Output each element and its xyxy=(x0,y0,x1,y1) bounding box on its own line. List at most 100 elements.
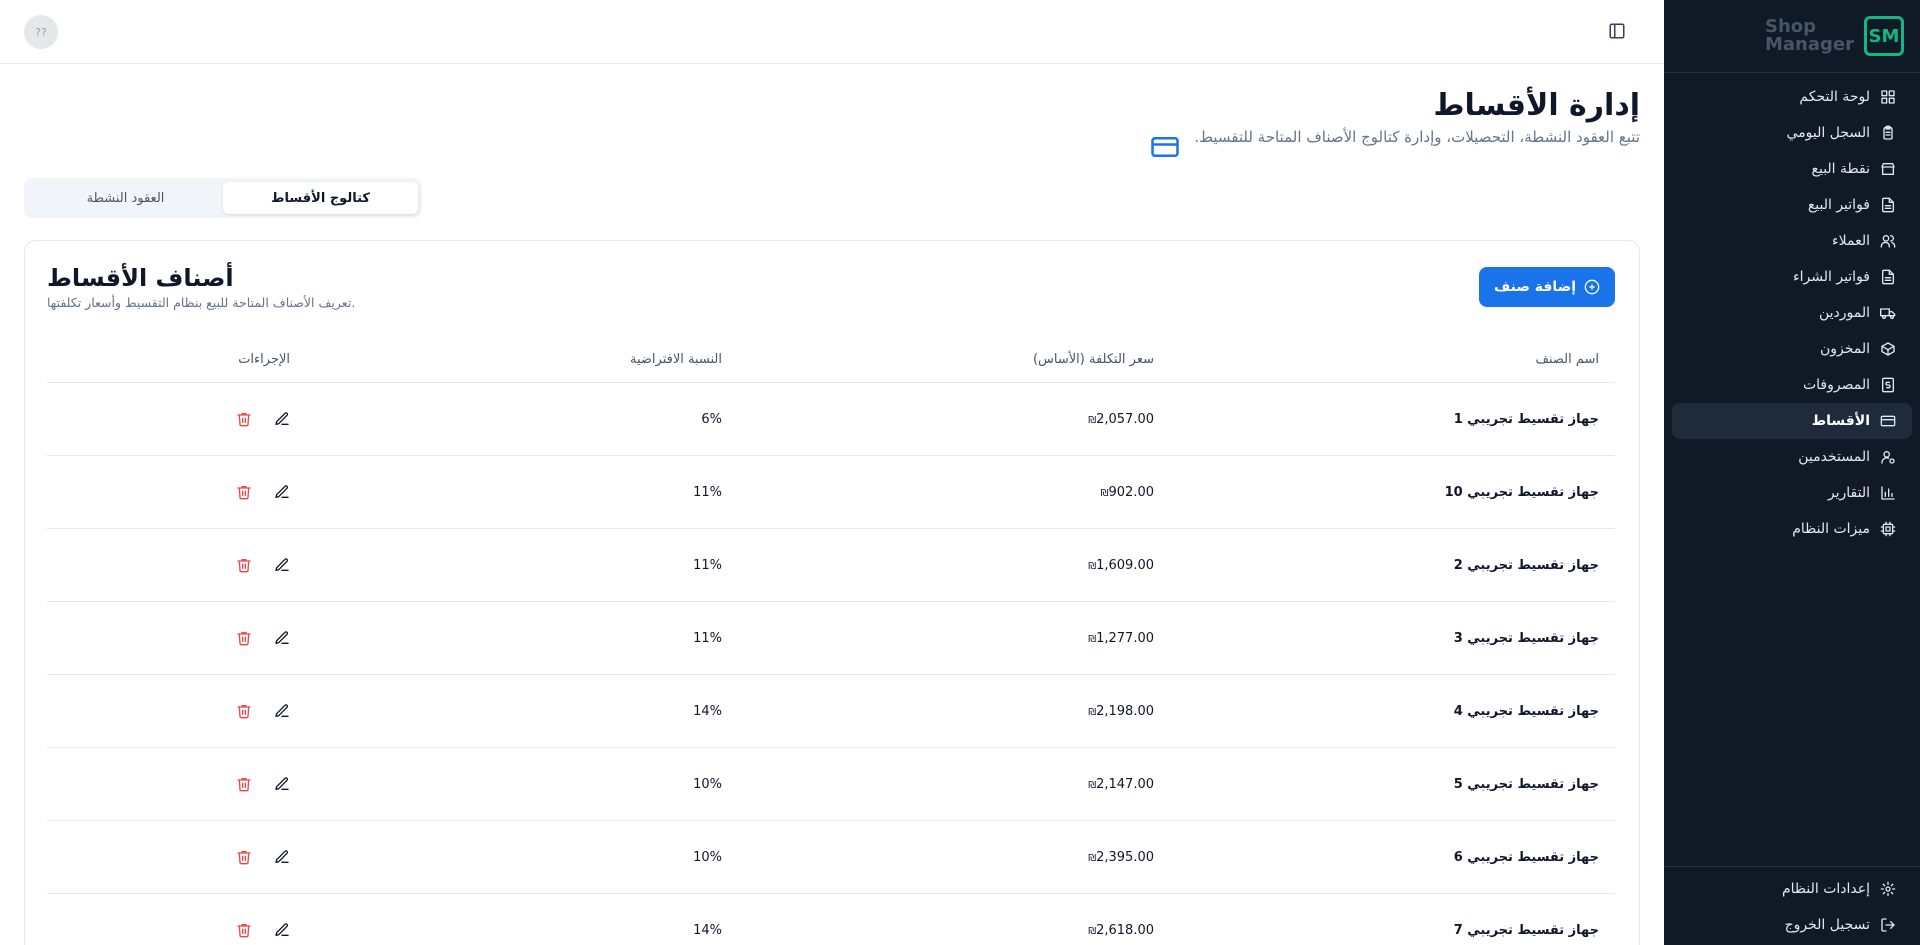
catalog-card: إضافة صنف أصناف الأقساط .تعريف الأصناف ا… xyxy=(24,240,1640,945)
item-actions xyxy=(47,849,306,865)
item-name: جهاز تقسيط تجريبي 4 xyxy=(1453,703,1599,719)
sidebar-item-label: تسجيل الخروج xyxy=(1784,917,1870,933)
trash-icon[interactable] xyxy=(236,849,252,865)
item-name: جهاز تقسيط تجريبي 1 xyxy=(1453,411,1599,427)
item-actions xyxy=(47,630,306,646)
trash-icon[interactable] xyxy=(236,922,252,938)
sidebar-item-label: فواتير الشراء xyxy=(1793,269,1870,285)
sidebar-item[interactable]: تسجيل الخروج xyxy=(1672,907,1912,943)
sidebar-item[interactable]: ميزات النظام xyxy=(1672,511,1912,547)
edit-icon[interactable] xyxy=(274,703,290,719)
item-actions xyxy=(47,776,306,792)
item-name: جهاز تقسيط تجريبي 3 xyxy=(1453,630,1599,646)
sidebar-nav: لوحة التحكم السجل اليومي نقطة البيع فواتير … xyxy=(1664,73,1920,547)
item-percentage: 14% xyxy=(693,703,722,719)
main-content: إدارة الأقساط تتبع العقود النشطة، التحصي… xyxy=(0,64,1664,945)
sidebar-item[interactable]: السجل اليومي xyxy=(1672,115,1912,151)
receipt-icon xyxy=(1882,377,1894,393)
sidebar-item-label: نقطة البيع xyxy=(1811,161,1870,177)
edit-icon[interactable] xyxy=(274,484,290,500)
clipboard-icon xyxy=(1883,125,1893,140)
item-cost-value: 2,147.00 xyxy=(1096,776,1154,792)
item-percentage: 10% xyxy=(693,849,722,865)
sidebar-item-label: المستخدمين xyxy=(1798,449,1870,465)
trash-icon[interactable] xyxy=(236,411,252,427)
sidebar-item[interactable]: فواتير البيع xyxy=(1672,187,1912,223)
item-actions xyxy=(47,411,306,427)
item-percentage: 10% xyxy=(693,776,722,792)
sidebar-item[interactable]: فواتير الشراء xyxy=(1672,259,1912,295)
table-row: جهاز تقسيط تجريبي 1 ₪2,057.00 6% xyxy=(47,383,1615,456)
sidebar-item[interactable]: لوحة التحكم xyxy=(1672,79,1912,115)
sidebar-item[interactable]: التقارير xyxy=(1672,475,1912,511)
sidebar-item-label: المصروفات xyxy=(1802,377,1870,393)
grid-icon xyxy=(1881,90,1895,104)
table-row: جهاز تقسيط تجريبي 2 ₪1,609.00 11% xyxy=(47,529,1615,602)
item-percentage: 11% xyxy=(693,557,722,573)
item-cost: ₪2,147.00 xyxy=(738,777,1170,792)
logo-text: Shop Manager xyxy=(1765,18,1854,54)
sidebar-item-label: الأقساط xyxy=(1811,413,1870,429)
card-title: أصناف الأقساط xyxy=(47,264,234,292)
sidebar-toggle-icon[interactable] xyxy=(1608,22,1626,40)
currency-symbol: ₪ xyxy=(1088,560,1097,572)
item-cost: ₪2,057.00 xyxy=(738,412,1170,427)
edit-icon[interactable] xyxy=(274,849,290,865)
sidebar-item[interactable]: المصروفات xyxy=(1672,367,1912,403)
gear-icon xyxy=(1880,881,1896,897)
trash-icon[interactable] xyxy=(236,557,252,573)
table-row: جهاز تقسيط تجريبي 7 ₪2,618.00 14% xyxy=(47,894,1615,945)
edit-icon[interactable] xyxy=(274,630,290,646)
sidebar-item[interactable]: الموردين xyxy=(1672,295,1912,331)
sidebar-item[interactable]: المستخدمين xyxy=(1672,439,1912,475)
sidebar-item-label: العملاء xyxy=(1832,233,1870,249)
page-title: إدارة الأقساط xyxy=(1433,88,1640,123)
edit-icon[interactable] xyxy=(274,557,290,573)
edit-icon[interactable] xyxy=(274,776,290,792)
tab-catalog[interactable]: كتالوج الأقساط xyxy=(223,182,418,214)
page-subtitle: تتبع العقود النشطة، التحصيلات، وإدارة كت… xyxy=(1194,128,1640,146)
items-table: اسم الصنف سعر التكلفة (الأساس) النسبة ال… xyxy=(47,337,1615,945)
item-cost: ₪1,277.00 xyxy=(738,631,1170,646)
item-cost-value: 2,057.00 xyxy=(1096,411,1154,427)
currency-symbol: ₪ xyxy=(1088,925,1097,937)
sidebar-item[interactable]: المخزون xyxy=(1672,331,1912,367)
currency-symbol: ₪ xyxy=(1100,487,1109,499)
item-cost: ₪2,618.00 xyxy=(738,923,1170,938)
avatar[interactable]: ?? xyxy=(24,15,58,49)
table-row: جهاز تقسيط تجريبي 4 ₪2,198.00 14% xyxy=(47,675,1615,748)
sidebar-item-label: ميزات النظام xyxy=(1792,521,1870,537)
user-cog-icon xyxy=(1881,451,1895,464)
trash-icon[interactable] xyxy=(236,703,252,719)
item-cost: ₪1,609.00 xyxy=(738,558,1170,573)
trash-icon[interactable] xyxy=(236,630,252,646)
file-icon xyxy=(1882,197,1894,213)
card-header: إضافة صنف أصناف الأقساط .تعريف الأصناف ا… xyxy=(47,263,1615,313)
trash-icon[interactable] xyxy=(236,776,252,792)
sidebar-item[interactable]: إعدادات النظام xyxy=(1672,871,1912,907)
edit-icon[interactable] xyxy=(274,922,290,938)
sidebar-item[interactable]: الأقساط xyxy=(1672,403,1912,439)
users-icon xyxy=(1880,235,1896,248)
card-subtitle: .تعريف الأصناف المتاحة للبيع بنظام التقس… xyxy=(47,295,356,310)
add-item-button[interactable]: إضافة صنف xyxy=(1479,267,1615,307)
item-cost-value: 1,277.00 xyxy=(1096,630,1154,646)
item-actions xyxy=(47,922,306,938)
edit-icon[interactable] xyxy=(274,411,290,427)
tab-active-contracts[interactable]: العقود النشطة xyxy=(28,182,223,214)
table-row: جهاز تقسيط تجريبي 5 ₪2,147.00 10% xyxy=(47,748,1615,821)
item-percentage: 11% xyxy=(693,630,722,646)
sidebar-item[interactable]: العملاء xyxy=(1672,223,1912,259)
logout-icon xyxy=(1881,918,1895,932)
sidebar-item[interactable]: نقطة البيع xyxy=(1672,151,1912,187)
header-pct: النسبة الافتراضية xyxy=(630,352,722,367)
trash-icon[interactable] xyxy=(236,484,252,500)
header-actions: الإجراءات xyxy=(238,352,290,367)
header-name: اسم الصنف xyxy=(1535,352,1599,367)
credit-card-icon xyxy=(1151,137,1180,157)
item-cost-value: 902.00 xyxy=(1108,484,1155,500)
item-name: جهاز تقسيط تجريبي 2 xyxy=(1453,557,1599,573)
item-cost-value: 2,198.00 xyxy=(1096,703,1154,719)
sidebar-item-label: لوحة التحكم xyxy=(1799,89,1870,105)
plus-circle-icon xyxy=(1584,279,1600,295)
